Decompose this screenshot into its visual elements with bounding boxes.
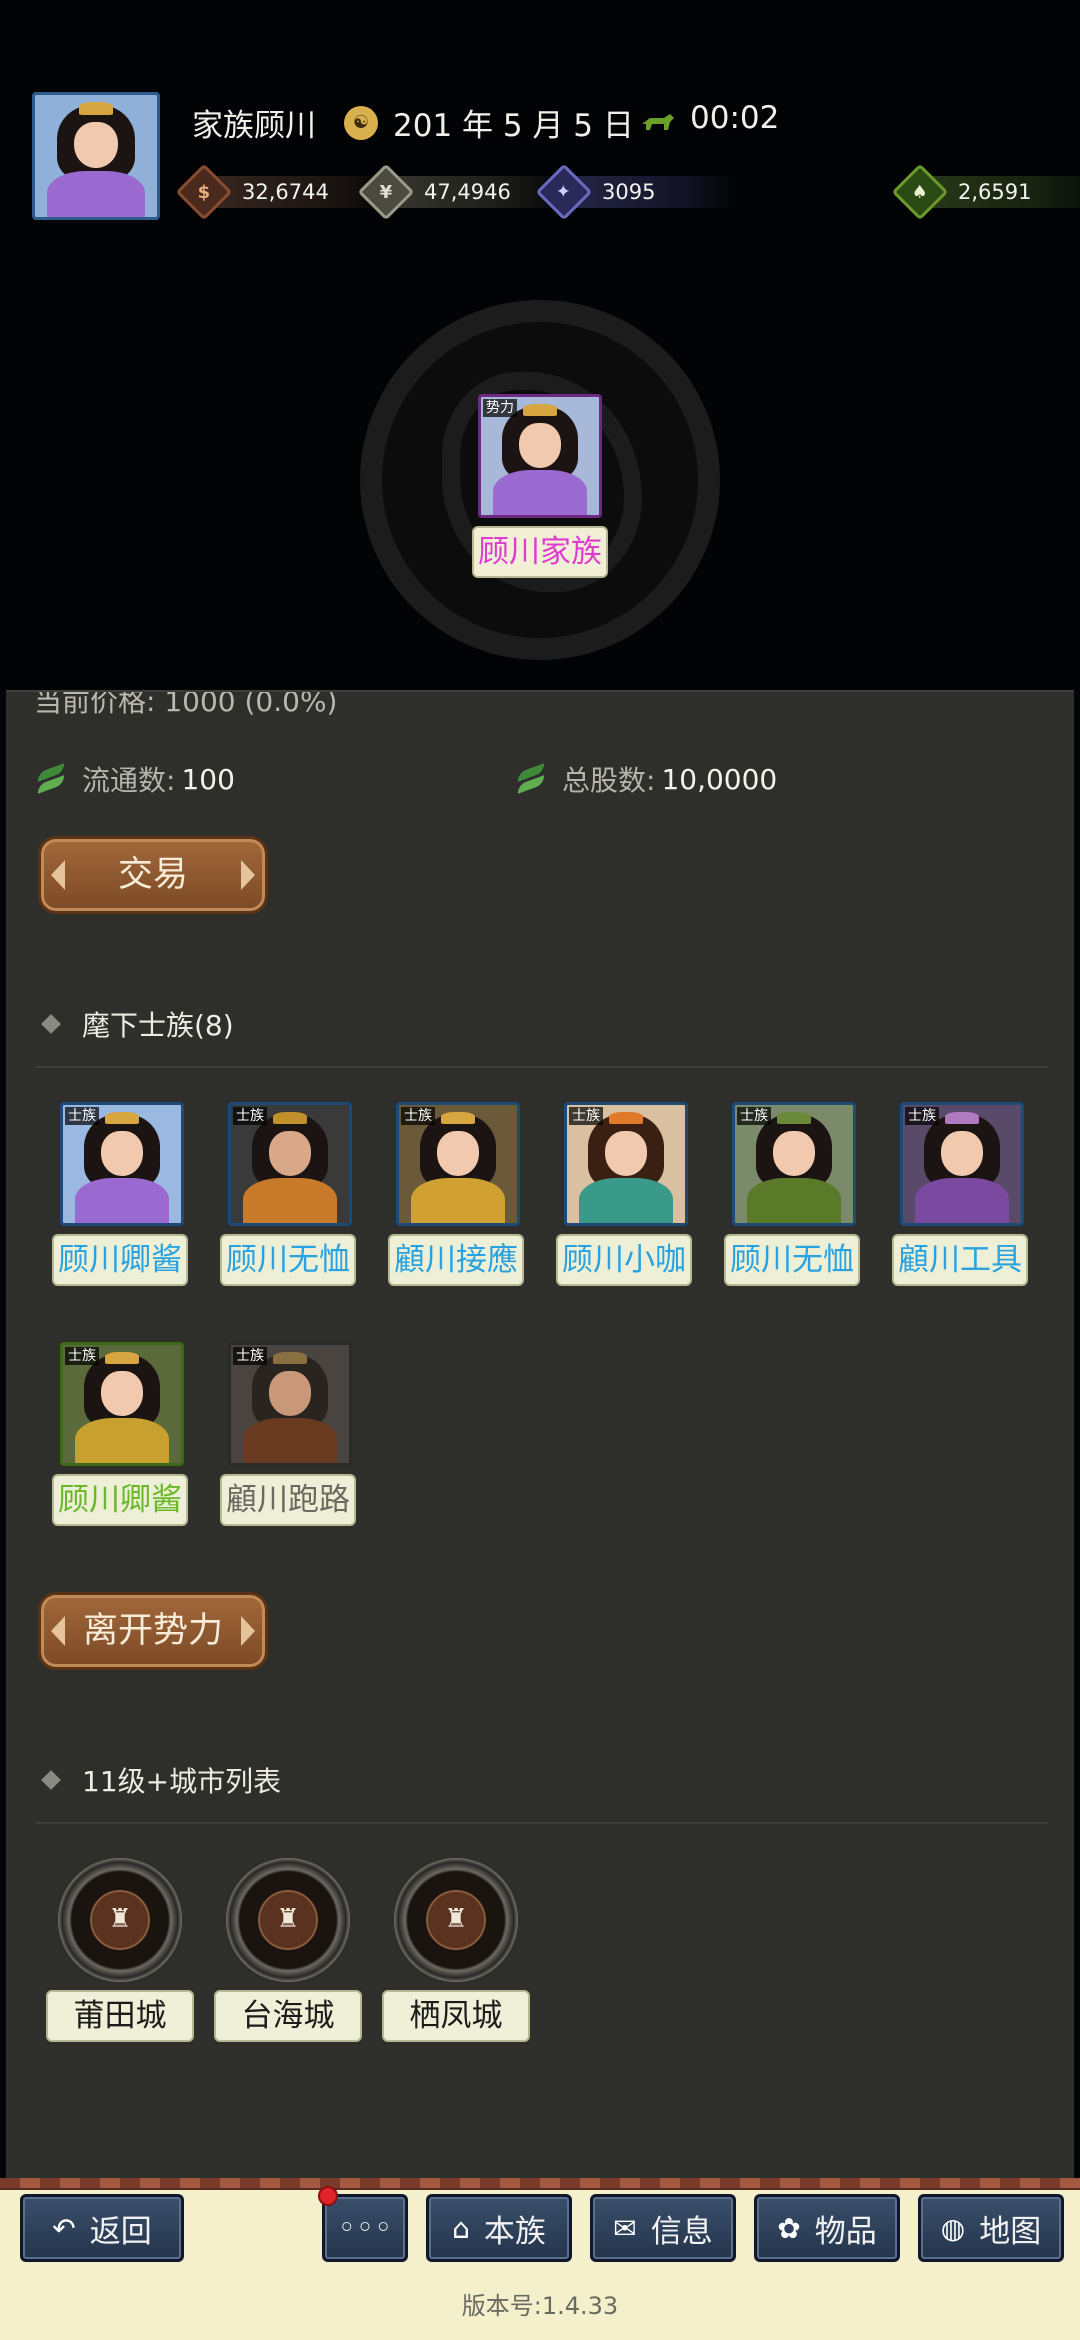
clan-card-1[interactable]: 士族 顾川卿酱 xyxy=(52,1102,188,1286)
coin-icon: $ xyxy=(175,163,233,221)
trade-button[interactable]: 交易 xyxy=(38,836,268,914)
game-date: 201 年 5 月 5 日 xyxy=(393,108,634,144)
horse-icon xyxy=(642,114,674,130)
leave-faction-button[interactable]: 离开势力 xyxy=(38,1592,268,1670)
game-time: 00:02 xyxy=(690,100,780,136)
calendar-icon: ☯ xyxy=(344,106,378,140)
globe-icon: ◍ xyxy=(940,2211,966,2245)
city-name: 台海城 xyxy=(214,1990,362,2042)
map-button[interactable]: ◍ 地图 xyxy=(918,2194,1064,2262)
version-label: 版本号:1.4.33 xyxy=(461,2292,619,2320)
faction-tag: 势力 xyxy=(483,399,517,417)
clan-name: 顾川无恤 xyxy=(220,1234,356,1286)
clan-card-3[interactable]: 士族 顧川接應 xyxy=(388,1102,524,1286)
bottom-nav-bar: ↶ 返回 ◦◦◦ ⌂ 本族 ✉ 信息 ✿ 物品 ◍ 地图 版本号:1.4.33 xyxy=(0,2178,1080,2340)
resource-coin[interactable]: $ 32,6744 xyxy=(175,163,396,221)
leaf-icon xyxy=(516,764,546,794)
circulation-stat: 流通数: 100 xyxy=(36,759,235,799)
items-button[interactable]: ✿ 物品 xyxy=(754,2194,900,2262)
grain-icon: ¥ xyxy=(357,163,415,221)
info-button[interactable]: ✉ 信息 xyxy=(590,2194,736,2262)
clans-heading: 麾下士族(8) xyxy=(41,1004,234,1044)
clan-card-4[interactable]: 士族 顾川小咖 xyxy=(556,1102,692,1286)
city-name: 莆田城 xyxy=(46,1990,194,2042)
faction-detail-panel[interactable]: 当前价格: 1000 (0.0%) 流通数: 100 总股数: 10,0000 … xyxy=(6,690,1074,2178)
total-shares-stat: 总股数: 10,0000 xyxy=(516,759,777,799)
clan-card-8[interactable]: 士族 顧川跑路 xyxy=(220,1342,356,1526)
clan-button[interactable]: ⌂ 本族 xyxy=(426,2194,572,2262)
clan-name: 顾川无恤 xyxy=(724,1234,860,1286)
castle-icon: ♜ xyxy=(90,1890,150,1950)
castle-icon: ♜ xyxy=(426,1890,486,1950)
top-status-area: 家族顾川 ☯ 201 年 5 月 5 日 00:02 $ 32,6744 ¥ 4… xyxy=(0,0,1080,690)
clan-name: 顧川接應 xyxy=(388,1234,524,1286)
cities-heading: 11级+城市列表 xyxy=(41,1760,281,1800)
back-arrow-icon: ↶ xyxy=(52,2211,76,2245)
city-item-1[interactable]: ♜ 莆田城 xyxy=(46,1858,194,2042)
clan-name: 顧川工具 xyxy=(892,1234,1028,1286)
city-item-2[interactable]: ♜ 台海城 xyxy=(214,1858,362,2042)
resource-grain[interactable]: ¥ 47,4946 xyxy=(357,163,568,221)
clan-name: 顧川跑路 xyxy=(220,1474,356,1526)
more-icon: ◦◦◦ xyxy=(337,2210,393,2246)
family-title: 家族顾川 xyxy=(192,108,316,144)
city-name: 栖凤城 xyxy=(382,1990,530,2042)
notification-dot xyxy=(318,2186,338,2206)
current-price-line: 当前价格: 1000 (0.0%) xyxy=(34,690,338,718)
castle-icon: ♜ xyxy=(258,1890,318,1950)
clan-name: 顾川小咖 xyxy=(556,1234,692,1286)
city-item-3[interactable]: ♜ 栖凤城 xyxy=(382,1858,530,2042)
chat-bubble-icon: ✉ xyxy=(613,2211,637,2245)
leaf-icon xyxy=(36,764,66,794)
clan-name: 顾川卿酱 xyxy=(52,1474,188,1526)
clan-card-5[interactable]: 士族 顾川无恤 xyxy=(724,1102,860,1286)
more-button[interactable]: ◦◦◦ xyxy=(322,2194,408,2262)
clan-card-2[interactable]: 士族 顾川无恤 xyxy=(220,1102,356,1286)
soldier-icon: ✦ xyxy=(535,163,593,221)
clan-name: 顾川卿酱 xyxy=(52,1234,188,1286)
faction-name-label[interactable]: 顾川家族 xyxy=(472,526,608,578)
money-bag-icon: ♠ xyxy=(891,163,949,221)
player-avatar[interactable] xyxy=(32,92,160,220)
back-button[interactable]: ↶ 返回 xyxy=(20,2194,184,2262)
resource-soldier[interactable]: ✦ 3095 xyxy=(535,163,736,221)
home-icon: ⌂ xyxy=(452,2211,470,2245)
bag-icon: ✿ xyxy=(777,2211,801,2245)
clan-card-7[interactable]: 士族 顾川卿酱 xyxy=(52,1342,188,1526)
faction-portrait[interactable]: 势力 xyxy=(478,394,602,518)
clan-card-6[interactable]: 士族 顧川工具 xyxy=(892,1102,1028,1286)
resource-money-bag[interactable]: ♠ 2,6591 xyxy=(891,163,1080,221)
